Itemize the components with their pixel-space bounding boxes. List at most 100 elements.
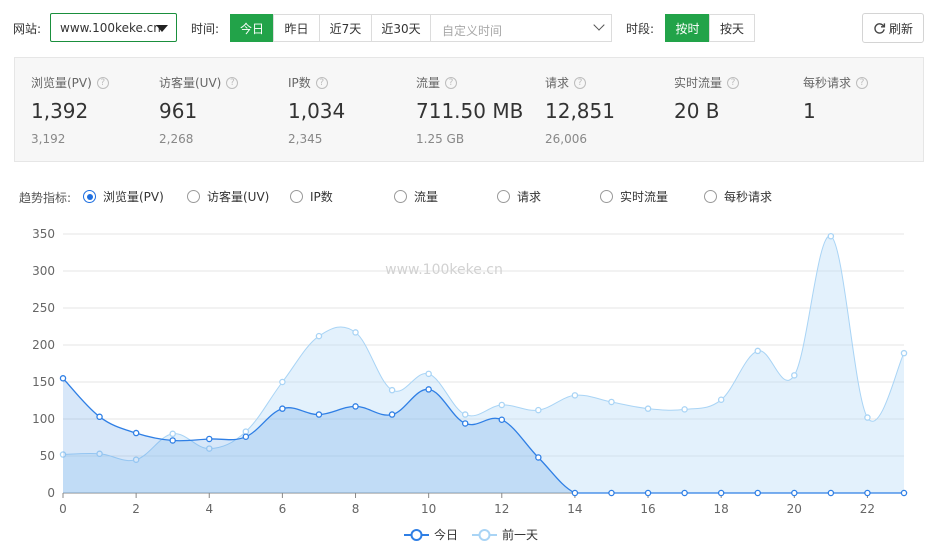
x-tick-label: 2 — [132, 502, 140, 516]
x-tick-label: 6 — [279, 502, 287, 516]
trend-option-requests[interactable]: 请求 — [497, 188, 541, 205]
site-select[interactable]: www.100keke.cn — [50, 13, 177, 42]
data-point[interactable] — [827, 232, 835, 240]
stat-uv-value: 961 — [159, 99, 198, 123]
stat-pv: 浏览量(PV)? 1,392 3,192 — [31, 58, 159, 161]
chevron-down-icon — [593, 19, 605, 31]
period-label: 时段: — [626, 22, 655, 36]
data-point[interactable] — [242, 428, 250, 435]
data-point[interactable] — [717, 396, 725, 404]
data-point[interactable] — [388, 411, 396, 418]
data-point[interactable] — [681, 489, 688, 497]
data-point[interactable] — [754, 489, 761, 497]
x-tick-label: 12 — [494, 502, 509, 516]
data-point[interactable] — [681, 406, 688, 413]
data-point[interactable] — [96, 413, 103, 421]
tab-by-day[interactable]: 按天 — [709, 14, 755, 42]
x-tick-label: 10 — [421, 502, 436, 516]
data-point[interactable] — [279, 405, 286, 412]
data-point[interactable] — [132, 429, 140, 437]
data-point[interactable] — [754, 347, 761, 355]
data-point[interactable] — [571, 489, 579, 497]
data-point[interactable] — [900, 349, 908, 357]
help-icon[interactable]: ? — [574, 76, 587, 89]
data-point[interactable] — [425, 370, 432, 378]
trend-option-pv[interactable]: 浏览量(PV) — [83, 188, 164, 205]
trend-option-label: IP数 — [310, 190, 333, 204]
stat-traffic-value: 711.50 MB — [416, 99, 524, 123]
refresh-button[interactable]: 刷新 — [862, 13, 924, 43]
data-point[interactable] — [388, 386, 396, 394]
legend-marker — [478, 529, 491, 541]
trend-option-uv[interactable]: 访客量(UV) — [187, 188, 269, 205]
stat-rps-value: 1 — [803, 99, 816, 123]
trend-option-ip[interactable]: IP数 — [290, 188, 333, 205]
data-point[interactable] — [717, 489, 725, 497]
trend-chart-svg: 0 50 100 150 200 250 300 350 0 2 4 6 8 10 12 14 16 18 20 22… — [32, 227, 908, 542]
data-point[interactable] — [791, 489, 798, 497]
data-point[interactable] — [279, 378, 286, 386]
tab-last-30-days[interactable]: 近30天 — [371, 14, 431, 42]
radio-icon — [704, 190, 717, 203]
help-icon[interactable]: ? — [96, 76, 109, 89]
stat-pv-previous: 3,192 — [31, 132, 66, 146]
help-icon[interactable]: ? — [856, 76, 869, 89]
trend-option-label: 请求 — [517, 190, 542, 204]
stat-traffic-previous: 1.25 GB — [416, 132, 465, 146]
data-point[interactable] — [315, 332, 323, 340]
site-label: 网站: — [13, 22, 42, 36]
y-tick-label: 350 — [32, 227, 55, 241]
data-point[interactable] — [169, 437, 176, 444]
legend-label[interactable]: 前一天 — [502, 527, 538, 542]
data-point[interactable] — [242, 433, 250, 441]
data-point[interactable] — [535, 406, 542, 414]
data-point[interactable] — [864, 489, 871, 497]
legend-label[interactable]: 今日 — [434, 527, 458, 542]
help-icon[interactable]: ? — [315, 76, 328, 89]
trend-option-rps[interactable]: 每秒请求 — [704, 188, 772, 205]
help-icon[interactable]: ? — [727, 76, 740, 89]
x-tick-label: 4 — [205, 502, 213, 516]
stat-realtime-traffic: 实时流量? 20 B — [674, 58, 802, 161]
stat-ip: IP数? 1,034 2,345 — [288, 58, 416, 161]
data-point[interactable] — [608, 398, 615, 406]
tab-last-7-days[interactable]: 近7天 — [319, 14, 372, 42]
refresh-icon — [874, 22, 886, 34]
trend-option-traffic[interactable]: 流量 — [394, 188, 438, 205]
data-point[interactable] — [461, 420, 469, 427]
data-point[interactable] — [791, 372, 798, 379]
data-point[interactable] — [644, 405, 652, 412]
data-point[interactable] — [608, 489, 615, 497]
data-point[interactable] — [827, 489, 835, 497]
data-point[interactable] — [498, 416, 506, 423]
data-point[interactable] — [352, 403, 359, 410]
trend-selector: 趋势指标: 浏览量(PV) 访客量(UV) IP数 流量 请求 实时流量 每秒请… — [0, 186, 936, 208]
data-point[interactable] — [169, 430, 176, 438]
stat-ip-label: IP数 — [288, 76, 311, 90]
stat-uv-previous: 2,268 — [159, 132, 194, 146]
data-point[interactable] — [644, 489, 652, 497]
y-tick-label: 300 — [32, 264, 55, 278]
data-point[interactable] — [206, 435, 213, 443]
data-point[interactable] — [315, 411, 323, 418]
data-point[interactable] — [461, 411, 469, 418]
data-point[interactable] — [352, 329, 359, 336]
data-point[interactable] — [900, 489, 908, 497]
trend-option-label: 每秒请求 — [724, 190, 773, 204]
custom-date-range[interactable]: 自定义时间 — [430, 14, 612, 42]
help-icon[interactable]: ? — [445, 76, 458, 89]
data-point[interactable] — [864, 414, 871, 421]
data-point[interactable] — [59, 375, 67, 382]
stat-pv-value: 1,392 — [31, 99, 89, 123]
tab-by-hour[interactable]: 按时 — [665, 14, 710, 42]
data-point[interactable] — [425, 386, 432, 393]
trend-option-realtime-traffic[interactable]: 实时流量 — [600, 188, 668, 205]
data-point[interactable] — [535, 454, 542, 461]
help-icon[interactable]: ? — [226, 76, 239, 89]
stat-ip-value: 1,034 — [288, 99, 346, 123]
data-point[interactable] — [498, 401, 506, 409]
tab-yesterday[interactable]: 昨日 — [273, 14, 320, 42]
toolbar: 网站: www.100keke.cn 时间: 今日 昨日 近7天 近30天 自定… — [0, 0, 936, 56]
data-point[interactable] — [571, 392, 579, 399]
tab-today[interactable]: 今日 — [230, 14, 274, 42]
